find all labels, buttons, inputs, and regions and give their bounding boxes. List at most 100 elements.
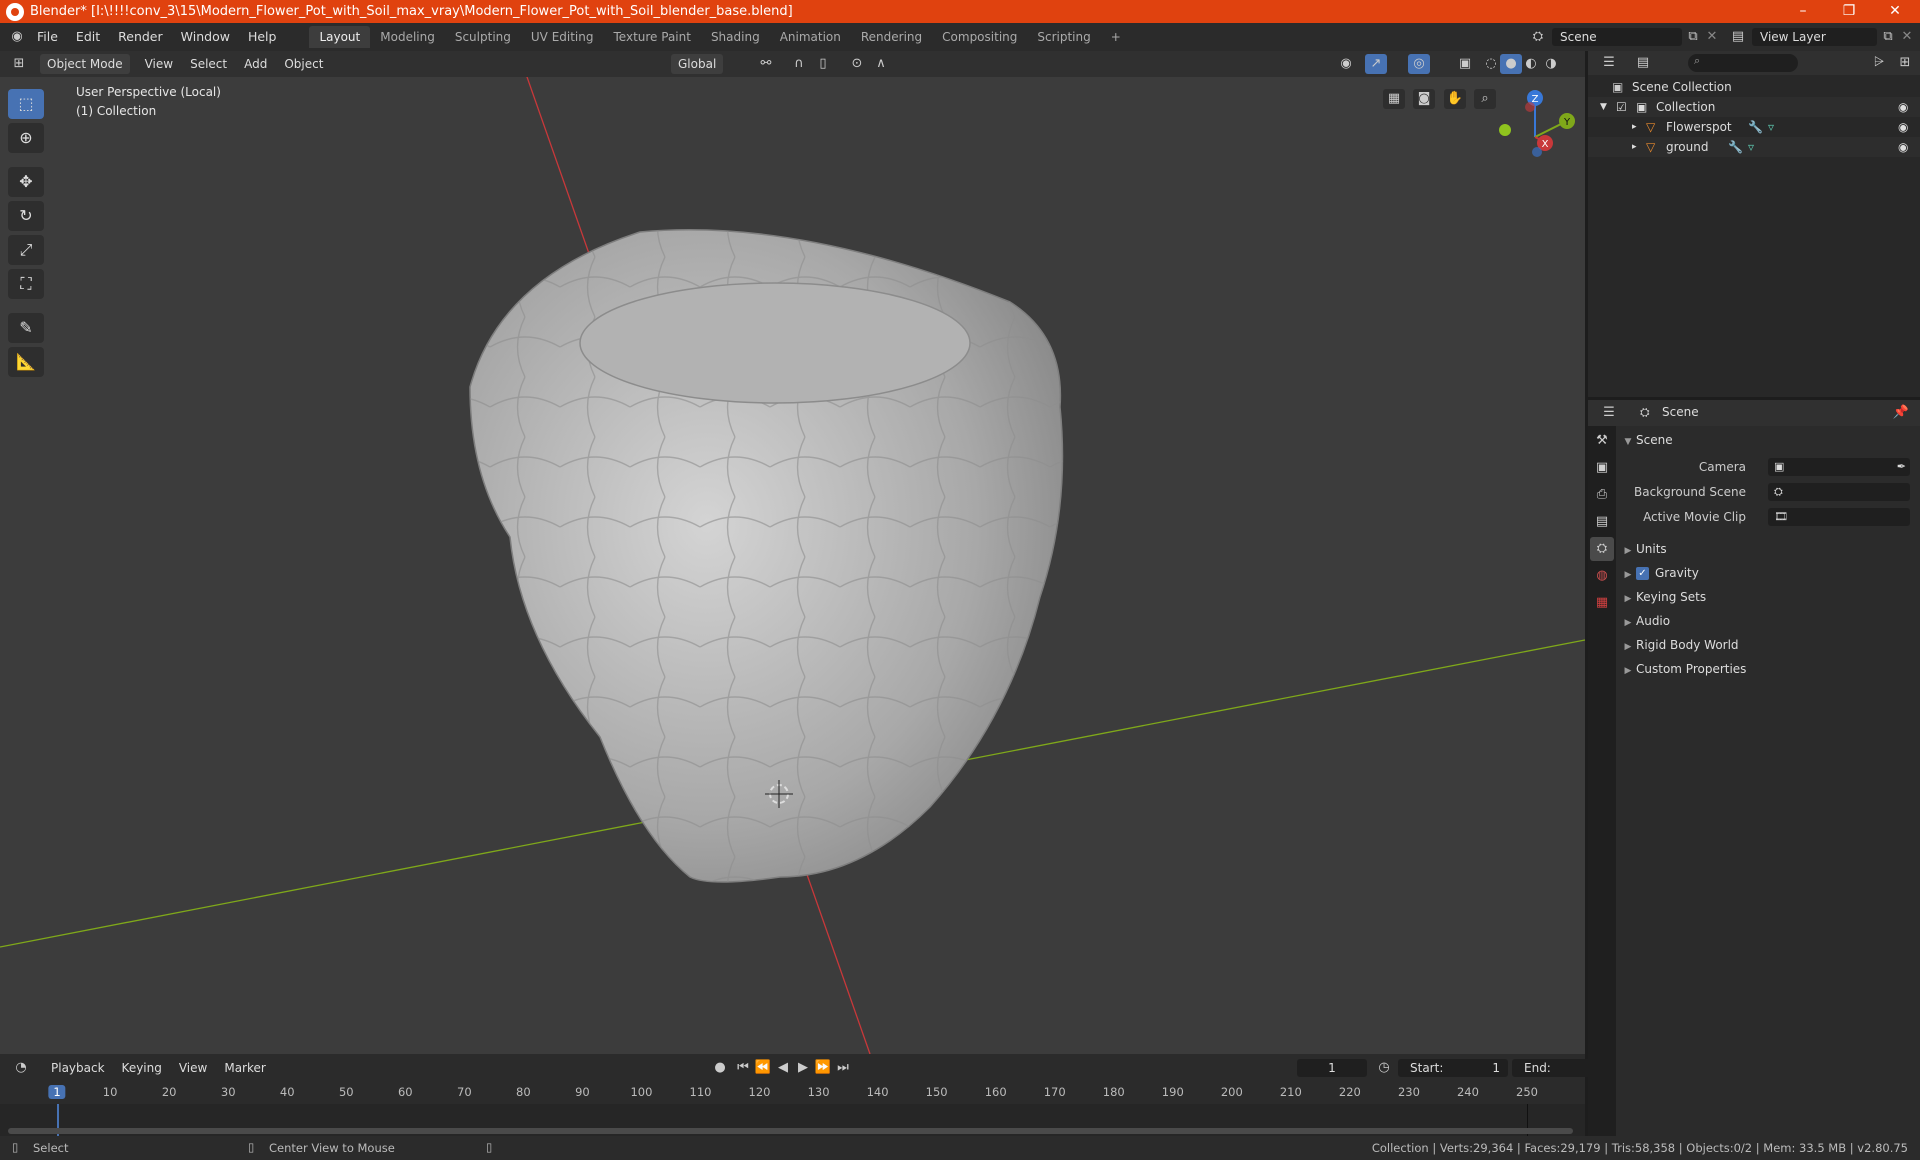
gizmo-toggle-icon[interactable]: ↗: [1365, 54, 1387, 74]
tab-compositing[interactable]: Compositing: [932, 26, 1027, 48]
menu-edit[interactable]: Edit: [67, 23, 109, 51]
minimize-button[interactable]: –: [1780, 0, 1826, 23]
prev-keyframe-icon[interactable]: ⏪: [752, 1058, 774, 1078]
outliner-editor-icon[interactable]: ☰: [1598, 53, 1620, 73]
panel-gravity[interactable]: ▶ ✓ Gravity: [1620, 561, 1916, 585]
menu-keying[interactable]: Keying: [115, 1058, 169, 1078]
display-mode-icon[interactable]: ▤: [1632, 53, 1654, 73]
camera-field[interactable]: ▣ ✒: [1768, 458, 1910, 476]
close-button[interactable]: ✕: [1872, 0, 1918, 23]
wireframe-shading-icon[interactable]: ◌: [1480, 54, 1502, 74]
outliner-search-input[interactable]: ⌕: [1688, 54, 1798, 72]
menu-render[interactable]: Render: [109, 23, 172, 51]
active-movie-clip-field[interactable]: 🎞: [1768, 508, 1910, 526]
outliner-row-collection[interactable]: ▼ ☑ ▣ Collection ◉: [1588, 97, 1920, 117]
menu-help[interactable]: Help: [239, 23, 286, 51]
timeline-scrollbar[interactable]: [8, 1128, 1573, 1134]
expand-collection-icon[interactable]: ▼: [1600, 97, 1607, 117]
new-collection-icon[interactable]: ⊞: [1894, 53, 1916, 73]
timeline-editor-icon[interactable]: ◔: [10, 1058, 32, 1078]
expand-ground-icon[interactable]: ▸: [1632, 137, 1637, 157]
rotate-tool-icon[interactable]: ↻: [8, 201, 44, 231]
xray-icon[interactable]: ▣: [1454, 54, 1476, 74]
start-frame-field[interactable]: Start: 1: [1398, 1059, 1508, 1077]
expand-flowerspot-icon[interactable]: ▸: [1632, 117, 1637, 137]
zoom-icon[interactable]: ⌕: [1474, 89, 1496, 109]
menu-add[interactable]: Add: [237, 54, 274, 74]
transform-tool-icon[interactable]: ⛶: [8, 269, 44, 299]
solid-shading-icon[interactable]: ●: [1500, 54, 1522, 74]
flowerspot-visibility-icon[interactable]: ◉: [1898, 117, 1908, 137]
collection-visibility-icon[interactable]: ◉: [1898, 97, 1908, 117]
tool-tab-icon[interactable]: ⚒: [1590, 429, 1614, 453]
ground-visibility-icon[interactable]: ◉: [1898, 137, 1908, 157]
blender-menu-icon[interactable]: ◉: [6, 27, 28, 47]
move-tool-icon[interactable]: ✥: [8, 167, 44, 197]
flower-pot-mesh[interactable]: [469, 229, 1064, 883]
tab-sculpting[interactable]: Sculpting: [445, 26, 521, 48]
gravity-checkbox[interactable]: ✓: [1636, 567, 1649, 580]
jump-start-icon[interactable]: ⏮: [732, 1058, 754, 1078]
delete-view-layer-icon[interactable]: ✕: [1896, 27, 1918, 47]
panel-rigid-body-world[interactable]: ▶ Rigid Body World: [1620, 633, 1916, 657]
tab-uv-editing[interactable]: UV Editing: [521, 26, 604, 48]
tab-layout[interactable]: Layout: [309, 26, 371, 48]
measure-tool-icon[interactable]: 📐: [8, 347, 44, 377]
jump-end-icon[interactable]: ⏭: [832, 1058, 854, 1078]
output-tab-icon[interactable]: ⎙: [1590, 483, 1614, 507]
snap-target-icon[interactable]: ▯: [812, 54, 834, 74]
next-keyframe-icon[interactable]: ⏩: [812, 1058, 834, 1078]
scene-selector[interactable]: Scene: [1552, 28, 1682, 46]
cursor-tool-icon[interactable]: ⊕: [8, 123, 44, 153]
proportional-edit-icon[interactable]: ⊙: [846, 54, 868, 74]
play-icon[interactable]: ▶: [792, 1058, 814, 1078]
scene-icon[interactable]: ⛭: [1527, 27, 1549, 47]
mode-dropdown[interactable]: Object Mode: [40, 54, 130, 74]
view-layer-tab-icon[interactable]: ▤: [1590, 510, 1614, 534]
camera-view-icon[interactable]: ◙: [1413, 89, 1435, 109]
filter-icon[interactable]: ⩥: [1868, 53, 1890, 73]
editor-type-icon[interactable]: ⊞: [8, 54, 30, 74]
menu-window[interactable]: Window: [172, 23, 239, 51]
tab-modeling[interactable]: Modeling: [370, 26, 445, 48]
modifier-wrench-icon[interactable]: 🔧: [1728, 137, 1743, 157]
outliner-row-ground[interactable]: ▸ ▽ ground 🔧 ▿ ◉: [1588, 137, 1920, 157]
add-workspace-button[interactable]: +: [1101, 26, 1131, 48]
pan-hand-icon[interactable]: ✋: [1444, 89, 1466, 109]
timeline-ruler[interactable]: 1 10 20 30 40 50 60 70 80 90 100 110 120 130 140 150 160…: [0, 1082, 1585, 1104]
rendered-shading-icon[interactable]: ◑: [1540, 54, 1562, 74]
tab-rendering[interactable]: Rendering: [851, 26, 932, 48]
menu-select[interactable]: Select: [183, 54, 234, 74]
falloff-icon[interactable]: ∧: [870, 54, 892, 74]
background-scene-field[interactable]: ⛭: [1768, 483, 1910, 501]
panel-custom-properties[interactable]: ▶ Custom Properties: [1620, 657, 1916, 681]
maximize-button[interactable]: ❐: [1826, 0, 1872, 23]
mesh-data-icon[interactable]: ▿: [1768, 117, 1774, 137]
properties-editor-icon[interactable]: ☰: [1598, 403, 1620, 423]
delete-scene-icon[interactable]: ✕: [1701, 27, 1723, 47]
material-shading-icon[interactable]: ◐: [1520, 54, 1542, 74]
pivot-icon[interactable]: ⚯: [755, 54, 777, 74]
scale-tool-icon[interactable]: ⤢: [8, 235, 44, 265]
menu-marker[interactable]: Marker: [217, 1058, 272, 1078]
outliner-row-scene-collection[interactable]: ▣ Scene Collection: [1588, 77, 1920, 97]
preview-range-icon[interactable]: ◷: [1373, 1058, 1395, 1078]
snap-icon[interactable]: ∩: [788, 54, 810, 74]
record-icon[interactable]: ●: [709, 1058, 731, 1078]
annotate-tool-icon[interactable]: ✎: [8, 313, 44, 343]
panel-units[interactable]: ▶ Units: [1620, 537, 1916, 561]
grid-view-icon[interactable]: ▦: [1383, 89, 1405, 109]
menu-timeline-view[interactable]: View: [172, 1058, 214, 1078]
pin-icon[interactable]: 📌: [1890, 403, 1912, 423]
tab-animation[interactable]: Animation: [770, 26, 851, 48]
collection-checkbox[interactable]: ☑: [1616, 97, 1627, 117]
render-tab-icon[interactable]: ▣: [1590, 456, 1614, 480]
tab-scripting[interactable]: Scripting: [1027, 26, 1100, 48]
outliner-row-flowerspot[interactable]: ▸ ▽ Flowerspot 🔧 ▿ ◉: [1588, 117, 1920, 137]
3d-viewport[interactable]: Z Y X User Perspective (Local) (1) Colle…: [0, 77, 1585, 1054]
world-tab-icon[interactable]: ◍: [1590, 564, 1614, 588]
overlay-toggle-icon[interactable]: ◎: [1408, 54, 1430, 74]
select-box-tool-icon[interactable]: ⬚: [8, 89, 44, 119]
modifier-wrench-icon[interactable]: 🔧: [1748, 117, 1763, 137]
timeline-track[interactable]: [0, 1104, 1585, 1136]
